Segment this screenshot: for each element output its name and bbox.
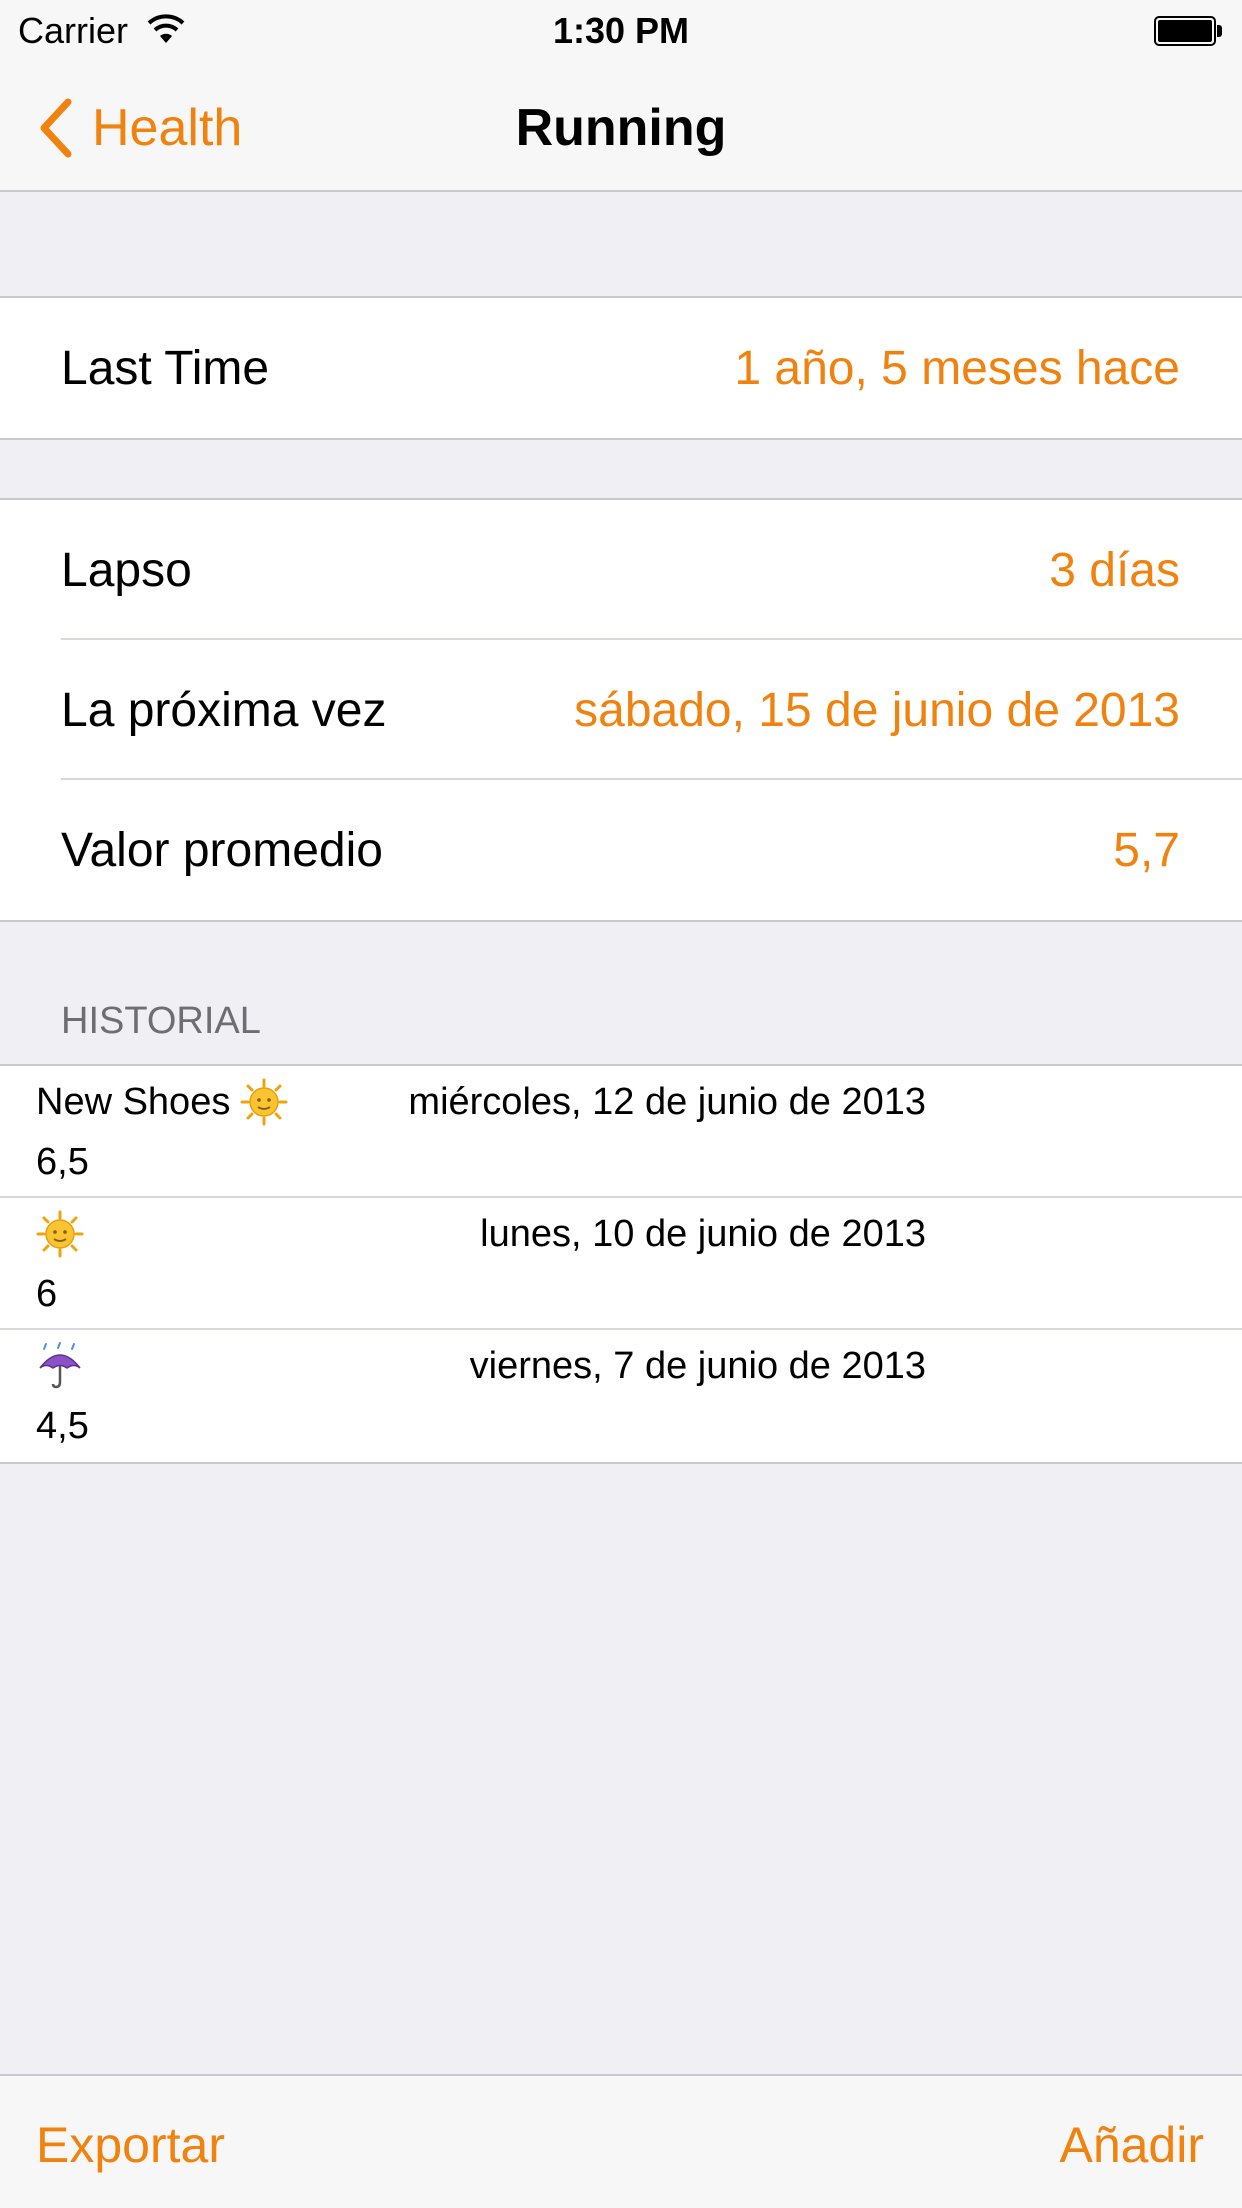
history-section-header: HISTORIAL <box>61 1000 261 1042</box>
history-row[interactable]: New Shoes miércoles, 12 de junio de 2013… <box>0 1066 1242 1198</box>
stats-group: Lapso 3 días La próxima vez sábado, 15 d… <box>0 498 1242 922</box>
last-time-label: Last Time <box>61 341 270 395</box>
stat-row-average: Valor promedio 5,7 <box>0 780 1242 920</box>
stat-value: 3 días <box>1049 543 1180 597</box>
sun-icon <box>36 1210 84 1258</box>
stat-label: Valor promedio <box>61 823 383 877</box>
stat-label: La próxima vez <box>61 683 387 737</box>
stat-row-lapso[interactable]: Lapso 3 días <box>0 500 1242 640</box>
history-date: lunes, 10 de junio de 2013 <box>480 1213 926 1255</box>
history-note-text: New Shoes <box>36 1080 231 1123</box>
stat-value: sábado, 15 de junio de 2013 <box>574 683 1180 737</box>
history-value: 6 <box>36 1273 58 1315</box>
bottom-toolbar: Exportar Añadir <box>0 2074 1242 2208</box>
history-note <box>36 1206 84 1262</box>
navigation-bar: Health Running <box>0 60 1242 192</box>
history-row[interactable]: viernes, 7 de junio de 2013 4,5 <box>0 1330 1242 1462</box>
history-note <box>36 1338 84 1394</box>
history-date: miércoles, 12 de junio de 2013 <box>408 1081 926 1123</box>
battery-icon <box>1154 16 1222 46</box>
export-button[interactable]: Exportar <box>36 2116 225 2174</box>
umbrella-rain-icon <box>36 1342 84 1390</box>
stat-label: Lapso <box>61 543 192 597</box>
status-time: 1:30 PM <box>552 10 690 51</box>
stat-row-next-time: La próxima vez sábado, 15 de junio de 20… <box>0 640 1242 780</box>
history-list: New Shoes miércoles, 12 de junio de 2013… <box>0 1064 1242 1464</box>
history-note: New Shoes <box>36 1074 288 1130</box>
status-bar: Carrier 1:30 PM <box>0 0 1242 60</box>
history-value: 6,5 <box>36 1141 89 1183</box>
last-time-row: Last Time 1 año, 5 meses hace <box>0 298 1242 438</box>
last-time-group: Last Time 1 año, 5 meses hace <box>0 296 1242 440</box>
history-date: viernes, 7 de junio de 2013 <box>469 1345 926 1387</box>
history-value: 4,5 <box>36 1405 89 1447</box>
page-title: Running <box>515 99 727 157</box>
sun-face-icon <box>240 1078 288 1126</box>
add-button[interactable]: Añadir <box>1059 2116 1204 2174</box>
stat-value: 5,7 <box>1113 823 1180 877</box>
last-time-value: 1 año, 5 meses hace <box>734 341 1180 395</box>
history-row[interactable]: lunes, 10 de junio de 2013 6 <box>0 1198 1242 1330</box>
